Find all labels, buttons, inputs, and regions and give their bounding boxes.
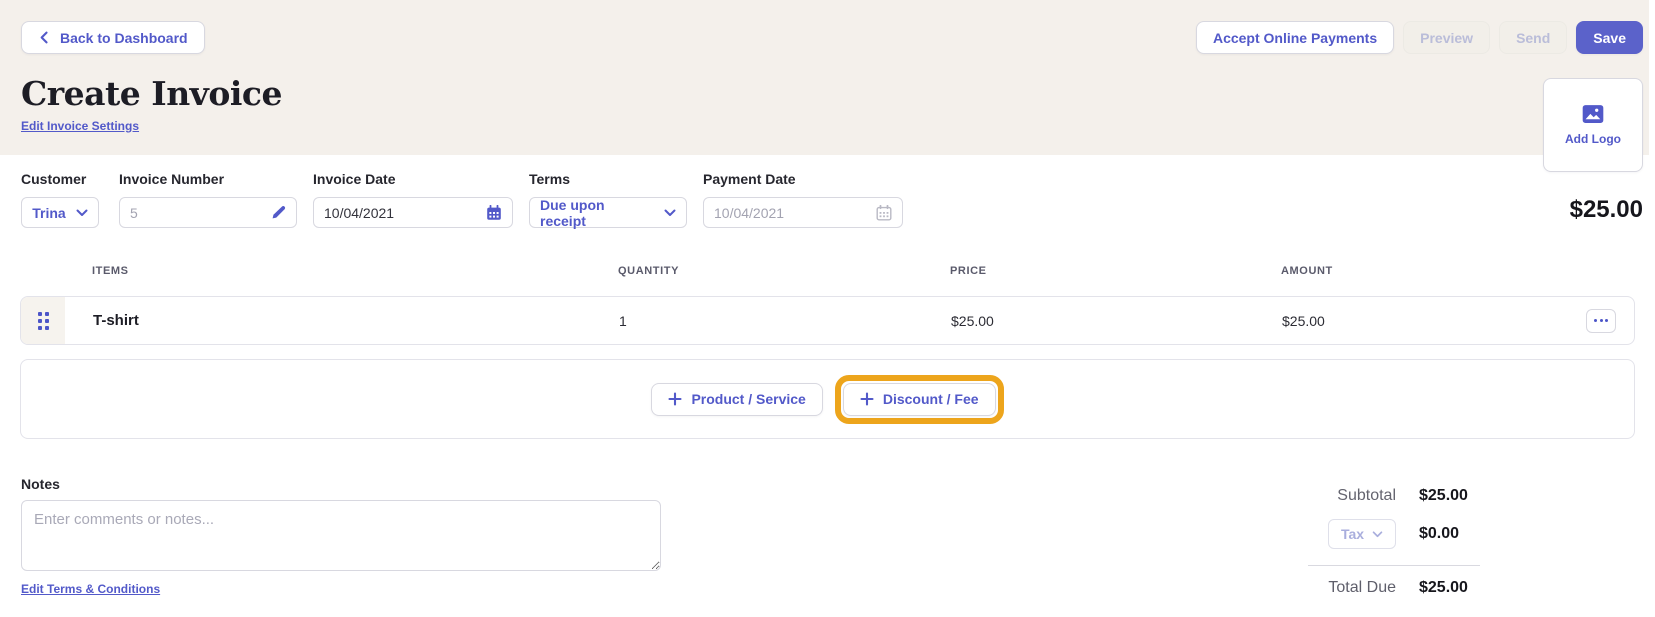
invoice-number-input[interactable] (130, 204, 271, 221)
invoice-total-amount: $25.00 (1569, 196, 1643, 223)
customer-field: Customer Trina (21, 171, 99, 228)
customer-value: Trina (32, 204, 66, 221)
header-actions: Accept Online Payments Preview Send Save (1195, 21, 1643, 54)
plus-icon (668, 392, 683, 406)
edit-invoice-settings-link[interactable]: Edit Invoice Settings (21, 119, 139, 133)
total-due-label: Total Due (1328, 579, 1396, 596)
row-menu-button[interactable] (1586, 308, 1616, 333)
column-header-quantity: QUANTITY (618, 265, 680, 277)
add-discount-fee-button[interactable]: Discount / Fee (842, 382, 996, 416)
subtotal-label: Subtotal (1337, 487, 1396, 504)
item-price[interactable]: $25.00 (951, 313, 1282, 329)
add-product-service-button[interactable]: Product / Service (651, 382, 823, 416)
customer-label: Customer (21, 171, 87, 187)
chevron-down-icon (76, 209, 88, 217)
notes-textarea[interactable] (21, 500, 661, 571)
discount-fee-highlight-ring: Discount / Fee (834, 374, 1004, 424)
invoice-date-control (313, 197, 513, 228)
terms-field: Terms Due upon receipt (529, 171, 687, 229)
page-title: Create Invoice (21, 74, 283, 113)
add-logo-label: Add Logo (1565, 132, 1621, 146)
payment-date-label: Payment Date (703, 171, 796, 187)
invoice-number-label: Invoice Number (119, 171, 225, 187)
invoice-date-field: Invoice Date (313, 171, 513, 228)
customer-dropdown[interactable]: Trina (21, 197, 99, 228)
drag-handle[interactable] (21, 297, 65, 344)
plus-icon (860, 392, 874, 406)
notes-label: Notes (21, 476, 60, 492)
edit-terms-conditions-link[interactable]: Edit Terms & Conditions (21, 582, 160, 596)
invoice-number-control (119, 197, 297, 228)
total-due-row: Total Due $25.00 (1308, 579, 1488, 597)
column-header-price: PRICE (950, 265, 987, 277)
table-row[interactable]: T-shirt 1 $25.00 $25.00 (20, 296, 1635, 345)
payment-date-field: Payment Date (703, 171, 903, 228)
item-name[interactable]: T-shirt (65, 312, 619, 329)
chevron-down-icon (1372, 530, 1383, 538)
calendar-icon[interactable] (486, 204, 502, 221)
tax-label: Tax (1340, 526, 1365, 542)
column-header-amount: AMOUNT (1281, 265, 1333, 277)
add-logo-button[interactable]: Add Logo (1543, 78, 1643, 172)
add-items-card: Product / Service Discount / Fee (20, 359, 1635, 439)
column-header-items: ITEMS (92, 265, 129, 277)
subtotal-row: Subtotal $25.00 (1308, 487, 1488, 505)
totals-divider (1308, 565, 1480, 566)
tax-value: $0.00 (1419, 525, 1460, 542)
preview-button[interactable]: Preview (1403, 21, 1491, 54)
invoice-number-field: Invoice Number (119, 171, 297, 228)
save-button[interactable]: Save (1576, 21, 1643, 54)
pencil-icon[interactable] (271, 205, 286, 220)
ellipsis-icon (1594, 319, 1597, 322)
scrollbar-track[interactable] (1649, 0, 1655, 155)
back-to-dashboard-button[interactable]: Back to Dashboard (21, 21, 205, 54)
terms-label: Terms (529, 171, 570, 187)
calendar-icon (876, 204, 892, 221)
item-amount: $25.00 (1282, 312, 1325, 329)
add-product-service-label: Product / Service (691, 391, 806, 407)
totals-panel: Subtotal $25.00 Tax $0.00 Total Due $25.… (1308, 487, 1488, 611)
back-button-label: Back to Dashboard (60, 29, 188, 46)
terms-value: Due upon receipt (540, 196, 605, 229)
items-table-header: ITEMS QUANTITY PRICE AMOUNT (20, 265, 1635, 277)
payment-date-input[interactable] (714, 204, 876, 221)
add-discount-fee-label: Discount / Fee (882, 391, 979, 407)
invoice-date-input[interactable] (324, 204, 486, 221)
send-button[interactable]: Send (1499, 21, 1568, 54)
terms-dropdown[interactable]: Due upon receipt (529, 196, 687, 229)
image-icon (1582, 104, 1604, 124)
tax-dropdown[interactable]: Tax (1328, 519, 1396, 549)
drag-handle-icon (37, 311, 49, 330)
accept-online-payments-button[interactable]: Accept Online Payments (1195, 21, 1395, 54)
subtotal-value: $25.00 (1419, 487, 1468, 504)
tax-row: Tax $0.00 (1308, 519, 1488, 549)
chevron-left-icon (38, 31, 51, 44)
chevron-down-icon (664, 209, 676, 217)
create-invoice-page: Back to Dashboard Accept Online Payments… (0, 0, 1655, 617)
item-quantity[interactable]: 1 (619, 313, 951, 329)
total-due-value: $25.00 (1419, 579, 1468, 596)
payment-date-control (703, 197, 903, 228)
invoice-date-label: Invoice Date (313, 171, 396, 187)
